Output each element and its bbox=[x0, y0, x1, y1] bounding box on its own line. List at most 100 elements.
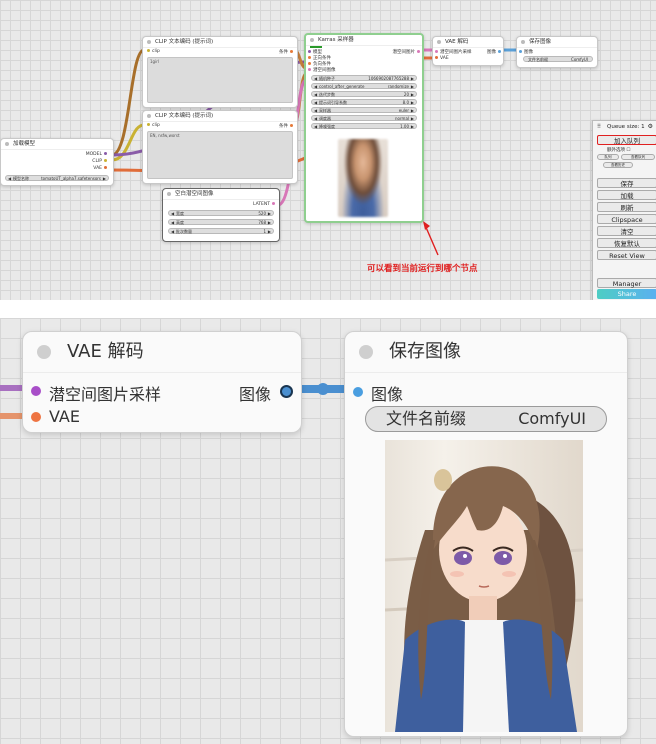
widget-label: 采样器 bbox=[319, 108, 331, 113]
node-header: CLIP 文本编码 (提示词) bbox=[143, 111, 297, 122]
manager-button[interactable]: Manager bbox=[597, 278, 656, 288]
ksampler-node[interactable]: Karras 采样器 模型 正向条件 负向条件 潜空间图像 潜空间图片 ◀ 随机种… bbox=[304, 33, 424, 223]
widget-value: 768 bbox=[258, 220, 266, 225]
steps-widget[interactable]: ◀ 迭代步数 20 ▶ bbox=[311, 91, 417, 97]
clip-text-encode-negative[interactable]: CLIP 文本编码 (提示词) clip 条件 EN, nsfw,worst bbox=[142, 110, 298, 184]
refresh-button[interactable]: 刷新 bbox=[597, 202, 656, 212]
input-vae[interactable]: VAE bbox=[433, 56, 449, 61]
node-header: 空白潜空间图像 bbox=[163, 189, 279, 200]
node-title: Karras 采样器 bbox=[318, 37, 354, 43]
control-after-generate-widget[interactable]: ◀ control_after_generate randomize ▶ bbox=[311, 83, 417, 89]
samples-input-dot[interactable] bbox=[31, 386, 41, 396]
ckpt-name-widget[interactable]: ◀ 模型名称 tomatoUT_alpha7.safetensors ▶ bbox=[5, 175, 109, 181]
width-widget[interactable]: ◀ 宽度 520 ▶ bbox=[168, 210, 274, 216]
input-clip[interactable]: clip bbox=[145, 49, 160, 54]
workflow-canvas-zoomed[interactable]: VAE 解码 潜空间图片采样 VAE 图像 保存图像 图像 文件名前缀 Comf… bbox=[0, 318, 656, 744]
save-image-node-small[interactable]: 保存图像 图像 文件名前缀 ComfyUI bbox=[516, 36, 598, 68]
node-title: CLIP 文本编码 (提示词) bbox=[155, 39, 214, 45]
node-header: VAE 解码 bbox=[433, 37, 503, 48]
widget-label: 宽度 bbox=[176, 211, 184, 216]
queue-size-label: Queue size: 1 bbox=[607, 124, 645, 130]
clip-text-encode-positive[interactable]: CLIP 文本编码 (提示词) clip 条件 1girl bbox=[142, 36, 298, 108]
clipspace-button[interactable]: Clipspace bbox=[597, 214, 656, 224]
input-clip[interactable]: clip bbox=[145, 123, 160, 128]
node-status-dot bbox=[359, 345, 373, 359]
portrait-illustration bbox=[385, 466, 583, 732]
output-label: MODEL bbox=[85, 152, 102, 157]
output-latent[interactable]: 潜空间图片 bbox=[393, 49, 423, 55]
output-latent[interactable]: LATENT bbox=[253, 202, 277, 207]
widget-value: ComfyUI bbox=[571, 57, 588, 62]
widget-label: 调度器 bbox=[319, 116, 331, 121]
node-title: 空白潜空间图像 bbox=[175, 191, 214, 197]
input-samples[interactable]: 潜空间图片采样 bbox=[433, 49, 472, 55]
scheduler-widget[interactable]: ◀ 调度器 normal ▶ bbox=[311, 115, 417, 121]
queue-prompt-button[interactable]: 加入队列 bbox=[597, 135, 656, 145]
output-image[interactable]: 图像 bbox=[487, 49, 503, 55]
widget-label: 批次数量 bbox=[176, 229, 192, 234]
filename-prefix-widget[interactable]: 文件名前缀 ComfyUI bbox=[365, 406, 607, 432]
input-label: 图像 bbox=[524, 50, 533, 55]
extra-options-text: 额外选项 bbox=[607, 148, 625, 153]
empty-latent-image-node[interactable]: 空白潜空间图像 LATENT ◀ 宽度 520 ▶ ◀ 高度 768 ▶ ◀ 批次数量 1 ▶ bbox=[162, 188, 280, 242]
load-button[interactable]: 加载 bbox=[597, 190, 656, 200]
widget-value: 1 bbox=[263, 229, 266, 234]
seed-widget[interactable]: ◀ 随机种子 1066902087765288 ▶ bbox=[311, 75, 417, 81]
vae-input-dot[interactable] bbox=[31, 412, 41, 422]
image-output-dot[interactable] bbox=[280, 385, 293, 398]
clear-button[interactable]: 清空 bbox=[597, 226, 656, 236]
prompt-textarea[interactable]: 1girl bbox=[147, 57, 293, 103]
output-vae[interactable]: VAE bbox=[93, 166, 109, 171]
widget-value: euler bbox=[398, 108, 409, 113]
output-model[interactable]: MODEL bbox=[86, 152, 109, 157]
node-header: 保存图像 bbox=[517, 37, 597, 48]
height-widget[interactable]: ◀ 高度 768 ▶ bbox=[168, 219, 274, 225]
share-button[interactable]: Share bbox=[597, 289, 656, 299]
load-checkpoint-node[interactable]: 加载模型 MODEL CLIP VAE ◀ 模型名称 tomatoUT_alpha7… bbox=[0, 138, 114, 186]
node-header: VAE 解码 bbox=[23, 332, 301, 373]
reset-view-button[interactable]: Reset View bbox=[597, 250, 656, 260]
annotation-text: 可以看到当前运行到哪个节点 bbox=[367, 264, 478, 274]
save-button[interactable]: 保存 bbox=[597, 178, 656, 188]
output-conditioning[interactable]: 条件 bbox=[279, 123, 295, 129]
output-clip[interactable]: CLIP bbox=[92, 159, 109, 164]
widget-label: control_after_generate bbox=[319, 84, 365, 89]
filename-prefix-widget[interactable]: 文件名前缀 ComfyUI bbox=[523, 56, 593, 62]
image-input-label: 图像 bbox=[371, 385, 404, 404]
cfg-widget[interactable]: ◀ 提示词引导系数 8.0 ▶ bbox=[311, 99, 417, 105]
vae-decode-node-small[interactable]: VAE 解码 潜空间图片采样 VAE 图像 bbox=[432, 36, 504, 66]
input-label: 潜空间图像 bbox=[313, 68, 336, 73]
input-image[interactable]: 图像 bbox=[517, 49, 533, 55]
denoise-widget[interactable]: ◀ 降噪强度 1.00 ▶ bbox=[311, 123, 417, 129]
image-input-dot[interactable] bbox=[353, 387, 363, 397]
workflow-canvas-overview[interactable]: 加载模型 MODEL CLIP VAE ◀ 模型名称 tomatoUT_alpha7… bbox=[0, 0, 656, 300]
input-latent[interactable]: 潜空间图像 bbox=[306, 67, 336, 73]
load-default-button[interactable]: 恢复默认 bbox=[597, 238, 656, 248]
node-header: CLIP 文本编码 (提示词) bbox=[143, 37, 297, 48]
view-history-button[interactable]: 查看历史 bbox=[603, 162, 633, 168]
batch-size-widget[interactable]: ◀ 批次数量 1 ▶ bbox=[168, 228, 274, 234]
node-title: VAE 解码 bbox=[445, 39, 469, 45]
view-queue-button[interactable]: 队列 bbox=[597, 154, 619, 160]
image-output-label: 图像 bbox=[238, 385, 271, 404]
settings-gear-icon[interactable]: ⚙ bbox=[648, 123, 653, 130]
node-title: CLIP 文本编码 (提示词) bbox=[155, 113, 214, 119]
view-queue-list-button[interactable]: 查看队列 bbox=[621, 154, 655, 160]
widget-label: 迭代步数 bbox=[319, 92, 335, 97]
drag-handle-icon[interactable]: ⠿ bbox=[597, 124, 601, 130]
node-title: 保存图像 bbox=[529, 39, 552, 45]
vae-decode-node[interactable]: VAE 解码 潜空间图片采样 VAE 图像 bbox=[22, 331, 302, 433]
vae-input-label: VAE bbox=[49, 407, 80, 426]
prompt-textarea[interactable]: EN, nsfw,worst bbox=[147, 131, 293, 179]
output-conditioning[interactable]: 条件 bbox=[279, 49, 295, 55]
separator bbox=[0, 300, 656, 318]
widget-label: 文件名前缀 bbox=[528, 57, 548, 62]
output-label: CLIP bbox=[92, 159, 102, 164]
widget-label: 模型名称 bbox=[13, 176, 29, 181]
widget-value: 1.00 bbox=[400, 124, 409, 129]
output-label: 图像 bbox=[487, 50, 496, 55]
save-image-node[interactable]: 保存图像 图像 文件名前缀 ComfyUI bbox=[344, 331, 628, 737]
extra-options-label: 额外选项 ☐ bbox=[607, 148, 631, 153]
sampler-widget[interactable]: ◀ 采样器 euler ▶ bbox=[311, 107, 417, 113]
node-header: 加载模型 bbox=[1, 139, 113, 150]
